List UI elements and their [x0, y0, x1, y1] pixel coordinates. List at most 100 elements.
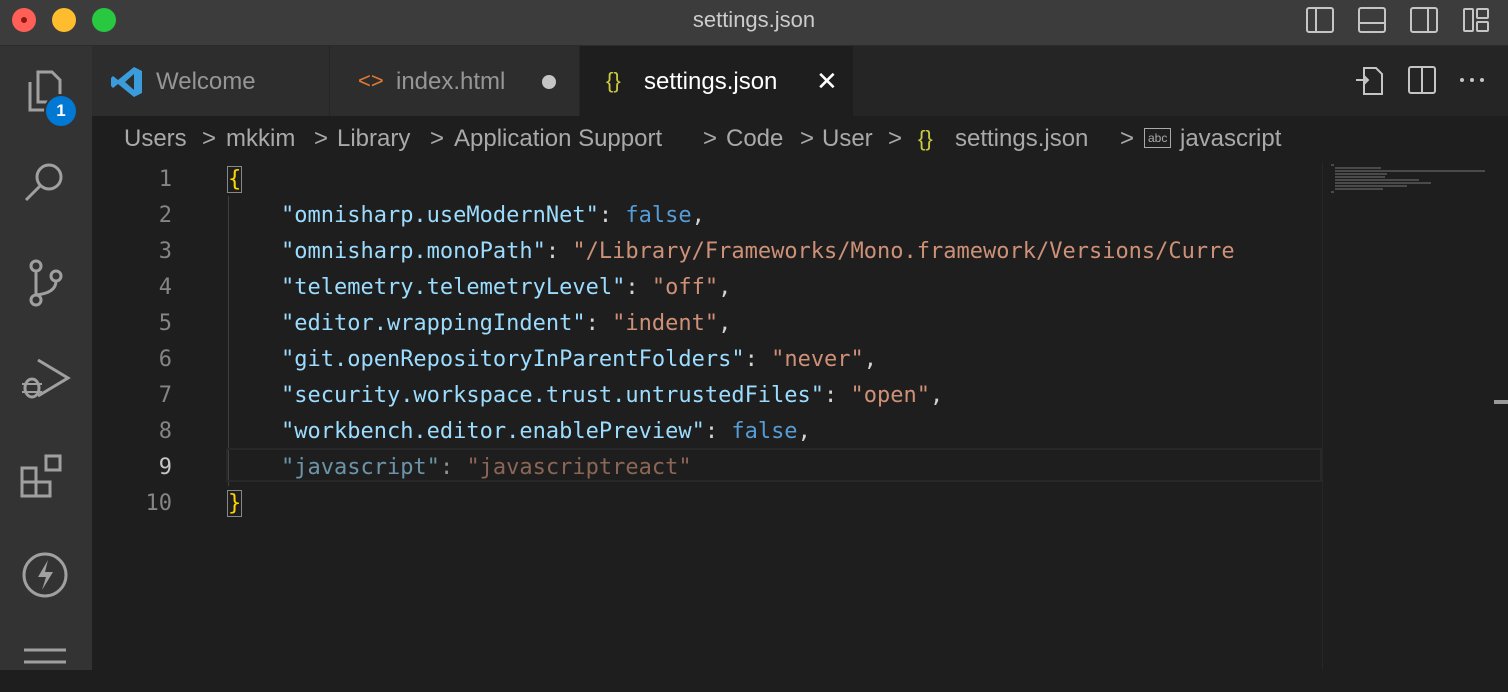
tab-label: settings.json [644, 68, 778, 95]
code-line-2[interactable]: "omnisharp.useModernNet": false, [228, 198, 705, 234]
json-key: "git.openRepositoryInParentFolders" [280, 347, 745, 372]
code-editor[interactable]: 1 2 3 4 5 6 7 8 9 10 { "omnisharp.useMod… [92, 162, 1322, 670]
code-line-4[interactable]: "telemetry.telemetryLevel": "off", [228, 270, 731, 306]
toggle-secondary-sidebar-icon[interactable] [1409, 6, 1439, 34]
line-number: 2 [158, 203, 172, 228]
json-key: "editor.wrappingIndent" [280, 311, 586, 336]
customize-layout-icon[interactable] [1461, 6, 1491, 34]
open-brace: { [226, 166, 243, 193]
code-line-10[interactable]: } [226, 486, 243, 522]
json-key: "workbench.editor.enablePreview" [280, 419, 705, 444]
json-file-icon: {} [918, 126, 933, 151]
json-value: "javascriptreact" [466, 455, 692, 480]
json-comma: , [930, 383, 944, 408]
json-value: false [731, 419, 798, 444]
vertical-scrollbar[interactable] [1494, 162, 1508, 402]
close-tab-icon[interactable]: ✕ [816, 46, 838, 116]
json-comma: , [718, 275, 732, 300]
more-actions-icon[interactable] [1454, 62, 1490, 98]
split-editor-icon[interactable] [1404, 62, 1440, 98]
breadcrumb-library[interactable]: Library [337, 116, 410, 162]
minimap[interactable] [1322, 162, 1494, 670]
code-line-1[interactable]: { [226, 162, 243, 198]
string-symbol-icon: abc [1144, 128, 1172, 148]
source-control-icon[interactable] [18, 256, 72, 310]
json-comma: , [691, 203, 705, 228]
json-colon: : [704, 419, 732, 444]
minimap-line [1335, 170, 1485, 172]
json-value: "off" [651, 275, 719, 300]
breadcrumb-separator: > [703, 125, 718, 152]
title-bar: settings.json [0, 0, 1508, 46]
breadcrumb-separator: > [888, 125, 903, 152]
lightning-icon[interactable] [18, 548, 72, 602]
tab-label: Welcome [156, 68, 256, 95]
breadcrumb-mkkim[interactable]: mkkim [226, 116, 295, 162]
json-colon: : [585, 311, 613, 336]
open-settings-ui-icon[interactable] [1352, 62, 1388, 98]
scrollbar-cursor-marker [1494, 400, 1508, 404]
line-number: 7 [158, 383, 172, 408]
minimap-line [1335, 167, 1381, 169]
json-value: "indent" [612, 311, 719, 336]
vscode-logo-icon [111, 67, 142, 97]
close-brace: } [226, 490, 243, 517]
line-number: 4 [158, 275, 172, 300]
code-line-6[interactable]: "git.openRepositoryInParentFolders": "ne… [228, 342, 877, 378]
minimap-line [1335, 179, 1419, 181]
minimap-line [1335, 173, 1387, 175]
json-key: "omnisharp.monoPath" [280, 239, 546, 264]
json-key: "omnisharp.useModernNet" [280, 203, 599, 228]
minimap-line [1331, 191, 1334, 193]
json-colon: : [824, 383, 851, 408]
json-key: "telemetry.telemetryLevel" [280, 275, 626, 300]
breadcrumb-javascript[interactable]: javascript [1180, 116, 1281, 162]
code-line-7[interactable]: "security.workspace.trust.untrustedFiles… [228, 378, 943, 414]
search-icon[interactable] [18, 156, 72, 210]
toggle-panel-icon[interactable] [1357, 6, 1387, 34]
breadcrumb-separator: > [314, 125, 329, 152]
breadcrumb: Users > mkkim > Library > Application Su… [92, 116, 1508, 162]
breadcrumb-separator: > [1120, 125, 1135, 152]
line-number: 10 [145, 491, 173, 516]
extensions-icon[interactable] [18, 450, 72, 504]
json-comma: , [797, 419, 811, 444]
breadcrumb-settings-json[interactable]: settings.json [955, 116, 1088, 162]
breadcrumb-code[interactable]: Code [726, 116, 783, 162]
code-line-3[interactable]: "omnisharp.monoPath": "/Library/Framewor… [228, 234, 1235, 270]
json-colon: : [598, 203, 626, 228]
json-value: "never" [771, 347, 864, 372]
json-comma: , [863, 347, 878, 372]
tab-index-html[interactable]: <> index.html [330, 46, 580, 116]
minimap-line [1335, 176, 1385, 178]
minimap-line [1335, 188, 1383, 190]
breadcrumb-users[interactable]: Users [124, 116, 187, 162]
json-colon: : [545, 239, 573, 264]
activity-bar: 1 [0, 46, 92, 670]
breadcrumb-separator: > [430, 125, 445, 152]
tab-settings-json[interactable]: {} settings.json ✕ [580, 46, 854, 116]
unsaved-changes-dot-icon[interactable] [542, 75, 556, 89]
window-title: settings.json [692, 7, 816, 32]
json-value: "open" [850, 383, 931, 408]
minimap-line [1335, 185, 1407, 187]
line-number: 5 [158, 311, 172, 336]
json-comma: , [718, 311, 732, 336]
tab-welcome[interactable]: Welcome [92, 46, 330, 116]
code-line-5[interactable]: "editor.wrappingIndent": "indent", [228, 306, 731, 342]
line-number: 6 [158, 347, 172, 372]
tab-label: index.html [396, 68, 506, 95]
menu-icon[interactable] [18, 638, 72, 692]
line-number: 3 [158, 239, 172, 264]
run-debug-icon[interactable] [18, 352, 72, 406]
line-number-current: 9 [158, 455, 172, 480]
breadcrumb-application-support[interactable]: Application Support [454, 116, 662, 162]
json-colon: : [744, 347, 772, 372]
json-value: "/Library/Frameworks/Mono.framework/Vers… [572, 239, 1235, 264]
json-colon: : [439, 455, 467, 480]
json-file-icon: {} [606, 68, 621, 93]
code-line-9[interactable]: "javascript": "javascriptreact" [228, 450, 692, 486]
breadcrumb-user[interactable]: User [822, 116, 873, 162]
code-line-8[interactable]: "workbench.editor.enablePreview": false, [228, 414, 811, 450]
toggle-primary-sidebar-icon[interactable] [1305, 6, 1335, 34]
